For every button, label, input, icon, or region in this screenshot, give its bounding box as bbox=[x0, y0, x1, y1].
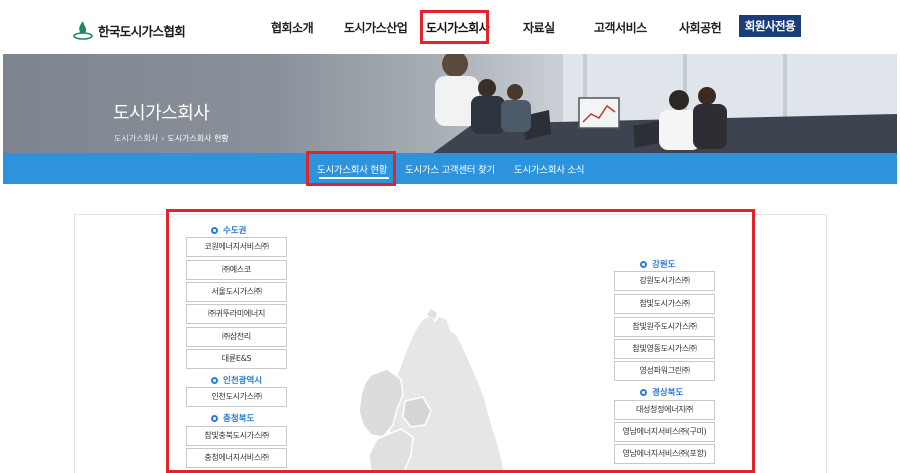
nav-item-about[interactable]: 협회소개 bbox=[271, 19, 314, 36]
site-logo[interactable]: 한국도시가스협회 bbox=[72, 18, 186, 42]
nav-item-library[interactable]: 자료실 bbox=[523, 19, 555, 36]
site-header: 한국도시가스협회 협회소개 도시가스산업 도시가스회사 자료실 고객서비스 사회… bbox=[0, 0, 900, 54]
hero-banner: 도시가스회사 도시가스회사 › 도시가스회사 현황 bbox=[3, 54, 897, 153]
subnav-tab-find-service-center[interactable]: 도시가스 고객센터 찾기 bbox=[405, 162, 495, 176]
highlight-box-subnav bbox=[306, 151, 396, 186]
chevron-right-icon: › bbox=[161, 134, 165, 143]
logo-flame-icon bbox=[72, 19, 94, 41]
logo-text: 한국도시가스협회 bbox=[98, 23, 186, 39]
breadcrumb-item[interactable]: 도시가스회사 bbox=[114, 133, 158, 144]
sub-nav: 도시가스회사 현황 도시가스 고객센터 찾기 도시가스회사 소식 bbox=[3, 153, 897, 184]
nav-item-social-contribution[interactable]: 사회공헌 bbox=[679, 19, 722, 36]
nav-item-industry[interactable]: 도시가스산업 bbox=[344, 19, 408, 36]
member-only-button[interactable]: 회원사전용 bbox=[739, 15, 801, 37]
highlight-box-content bbox=[166, 209, 755, 473]
breadcrumb: 도시가스회사 › 도시가스회사 현황 bbox=[114, 133, 229, 144]
page-title: 도시가스회사 bbox=[113, 103, 210, 124]
highlight-box-nav bbox=[420, 10, 489, 44]
subnav-tab-company-news[interactable]: 도시가스회사 소식 bbox=[514, 162, 585, 176]
breadcrumb-current: 도시가스회사 현황 bbox=[167, 134, 229, 143]
nav-item-customer-service[interactable]: 고객서비스 bbox=[594, 19, 647, 36]
